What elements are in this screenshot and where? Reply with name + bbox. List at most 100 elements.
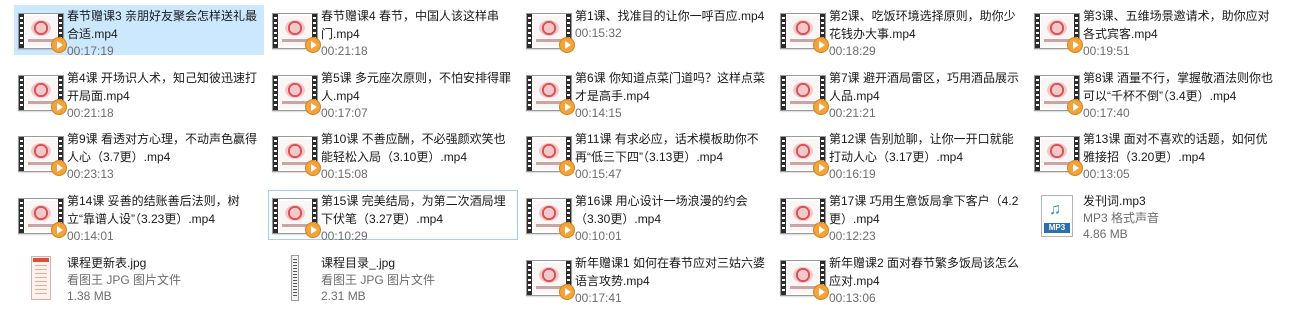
file-item[interactable]: 第2课、吃饭环境选择原则，助你少花钱办大事.mp4 00:18:29 — [776, 5, 1026, 58]
jpg-file-icon — [291, 254, 299, 301]
video-file-icon — [780, 198, 829, 238]
file-name: 第8课 酒量不行，掌握敬酒法则你也可以“千杯不倒”（3.4更）.mp4 — [1083, 71, 1274, 103]
file-name: 第17课 巧用生意饭局拿下客户（4.2更）.mp4 — [829, 194, 1019, 226]
file-name: 第4课 开场识人术，知己知彼迅速打开局面.mp4 — [67, 71, 258, 103]
file-item[interactable]: 第9课 看透对方心理，不动声色赢得人心（3.7更）.mp4 00:23:13 — [14, 128, 264, 181]
file-thumbnail — [777, 68, 829, 116]
file-duration: 00:21:18 — [67, 106, 114, 120]
file-item[interactable]: 新年赠课1 如何在春节应对三姑六婆语言攻势.mp4 00:17:41 — [522, 252, 772, 305]
file-thumbnail — [1031, 6, 1083, 54]
file-thumbnail — [523, 129, 575, 177]
play-icon — [559, 99, 575, 115]
video-file-icon — [780, 13, 829, 53]
file-duration: 00:17:40 — [1083, 106, 1130, 120]
file-name: 发刊词.mp3 — [1083, 194, 1146, 208]
file-item[interactable]: ♫ MP3 发刊词.mp3 MP3 格式声音 4.86 MB — [1030, 190, 1280, 241]
file-item[interactable]: 第11课 有求必应，话术模板助你不再“低三下四”（3.13更）.mp4 00:15… — [522, 128, 772, 181]
video-file-icon — [272, 198, 321, 238]
file-duration: 00:10:01 — [575, 229, 622, 243]
file-item[interactable]: 第15课 完美结局，为第二次酒局埋下伏笔（3.27更）.mp4 00:10:29 — [268, 190, 518, 243]
file-item[interactable]: 第17课 巧用生意饭局拿下客户（4.2更）.mp4 00:12:23 — [776, 190, 1026, 243]
file-item[interactable]: 第13课 面对不喜欢的话题，如何优雅接招（3.20更）.mp4 00:13:05 — [1030, 128, 1280, 181]
file-item[interactable]: 新年赠课2 面对春节繁多饭局该怎么应对.mp4 00:13:06 — [776, 252, 1026, 305]
video-file-icon — [1034, 136, 1083, 176]
file-duration: 00:15:47 — [575, 167, 622, 181]
video-file-icon — [272, 136, 321, 176]
file-thumbnail — [15, 68, 67, 116]
file-thumbnail — [15, 191, 67, 239]
file-item[interactable]: 第8课 酒量不行，掌握敬酒法则你也可以“千杯不倒”（3.4更）.mp4 00:17… — [1030, 67, 1280, 120]
file-name: 第9课 看透对方心理，不动声色赢得人心（3.7更）.mp4 — [67, 132, 258, 164]
file-name: 春节赠课3 亲朋好友聚会怎样送礼最合适.mp4 — [67, 9, 258, 41]
play-icon — [1067, 37, 1083, 53]
file-name: 第12课 告别尬聊，让你一开口就能打动人心（3.17更）.mp4 — [829, 132, 1014, 164]
video-file-icon — [272, 75, 321, 115]
play-icon — [305, 222, 321, 238]
file-item[interactable]: 课程更新表.jpg 看图王 JPG 图片文件 1.38 MB — [14, 252, 264, 303]
play-icon — [813, 99, 829, 115]
file-thumbnail — [269, 6, 321, 54]
file-name: 课程更新表.jpg — [67, 256, 147, 270]
file-item[interactable]: 课程目录_.jpg 看图王 JPG 图片文件 2.31 MB — [268, 252, 518, 303]
file-item[interactable]: 第6课 你知道点菜门道吗？这样点菜才是高手.mp4 00:14:15 — [522, 67, 772, 120]
file-duration: 00:15:32 — [575, 26, 622, 40]
file-name: 新年赠课1 如何在春节应对三姑六婆语言攻势.mp4 — [575, 256, 766, 288]
file-duration: 00:13:05 — [1083, 167, 1130, 181]
play-icon — [305, 37, 321, 53]
file-item[interactable]: 第5课 多元座次原则，不怕安排得罪人.mp4 00:17:07 — [268, 67, 518, 120]
video-file-icon — [1034, 13, 1083, 53]
play-icon — [305, 99, 321, 115]
file-duration: 00:14:01 — [67, 229, 114, 243]
file-item[interactable]: 春节赠课3 亲朋好友聚会怎样送礼最合适.mp4 00:17:19 — [14, 5, 264, 58]
play-icon — [813, 160, 829, 176]
file-name: 课程目录_.jpg — [321, 256, 396, 270]
play-icon — [559, 222, 575, 238]
file-type: 看图王 JPG 图片文件 — [67, 273, 182, 287]
file-item[interactable]: 第7课 避开酒局雷区，巧用酒品展示人品.mp4 00:21:21 — [776, 67, 1026, 120]
file-size: 1.38 MB — [67, 289, 112, 303]
file-name: 春节赠课4 春节，中国人该这样串门.mp4 — [321, 9, 500, 41]
play-icon — [1067, 160, 1083, 176]
file-item[interactable]: 第10课 不善应酬，不必强颜欢笑也能轻松入局（3.10更）.mp4 00:15:0… — [268, 128, 518, 181]
file-name: 第1课、找准目的让你一呼百应.mp4 — [575, 9, 765, 23]
file-item[interactable]: 第1课、找准目的让你一呼百应.mp4 00:15:32 — [522, 5, 772, 55]
play-icon — [51, 99, 67, 115]
file-thumbnail — [15, 253, 67, 301]
video-file-icon — [526, 260, 575, 300]
file-thumbnail — [15, 6, 67, 54]
file-name: 第14课 妥善的结账善后法则，树立“靠谱人设”（3.23更）.mp4 — [67, 194, 240, 226]
file-name: 第7课 避开酒局雷区，巧用酒品展示人品.mp4 — [829, 71, 1020, 103]
file-type: 看图王 JPG 图片文件 — [321, 273, 436, 287]
file-thumbnail — [1031, 129, 1083, 177]
file-name: 第3课、五维场景邀请术，助你应对各式宾客.mp4 — [1083, 9, 1270, 41]
file-duration: 00:10:29 — [321, 229, 368, 243]
file-name: 第10课 不善应酬，不必强颜欢笑也能轻松入局（3.10更）.mp4 — [321, 132, 506, 164]
file-thumbnail — [523, 6, 575, 54]
file-thumbnail — [777, 253, 829, 301]
video-file-icon — [526, 13, 575, 53]
play-icon — [559, 37, 575, 53]
play-icon — [305, 160, 321, 176]
file-duration: 00:19:51 — [1083, 44, 1130, 58]
file-thumbnail — [15, 129, 67, 177]
file-duration: 00:14:15 — [575, 106, 622, 120]
file-thumbnail — [269, 129, 321, 177]
video-file-icon — [780, 75, 829, 115]
file-item[interactable]: 第16课 用心设计一场浪漫的约会（3.30更）.mp4 00:10:01 — [522, 190, 772, 243]
file-item[interactable]: 第12课 告别尬聊，让你一开口就能打动人心（3.17更）.mp4 00:16:19 — [776, 128, 1026, 181]
video-file-icon — [18, 13, 67, 53]
file-name: 第15课 完美结局，为第二次酒局埋下伏笔（3.27更）.mp4 — [321, 194, 506, 226]
file-thumbnail — [523, 191, 575, 239]
file-duration: 00:12:23 — [829, 229, 876, 243]
file-duration: 00:17:19 — [67, 44, 114, 58]
file-thumbnail — [269, 68, 321, 116]
file-duration: 00:18:29 — [829, 44, 876, 58]
file-duration: 00:16:19 — [829, 167, 876, 181]
file-item[interactable]: 第4课 开场识人术，知己知彼迅速打开局面.mp4 00:21:18 — [14, 67, 264, 120]
file-name: 第13课 面对不喜欢的话题，如何优雅接招（3.20更）.mp4 — [1083, 132, 1268, 164]
file-item[interactable]: 春节赠课4 春节，中国人该这样串门.mp4 00:21:18 — [268, 5, 518, 58]
file-item[interactable]: 第14课 妥善的结账善后法则，树立“靠谱人设”（3.23更）.mp4 00:14:… — [14, 190, 264, 243]
video-file-icon — [526, 136, 575, 176]
play-icon — [559, 284, 575, 300]
file-item[interactable]: 第3课、五维场景邀请术，助你应对各式宾客.mp4 00:19:51 — [1030, 5, 1280, 58]
